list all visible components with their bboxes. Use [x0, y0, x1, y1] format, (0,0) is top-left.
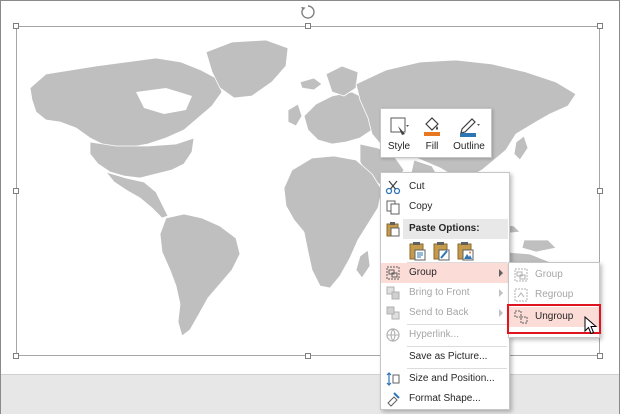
menu-item-send-to-back-label: Send to Back: [409, 307, 469, 318]
fill-label: Fill: [425, 141, 439, 152]
resize-handle-middle-right[interactable]: [597, 188, 603, 194]
submenu-item-regroup[interactable]: Regroup: [509, 285, 599, 305]
group-icon: [386, 266, 400, 280]
style-button[interactable]: Style: [383, 112, 415, 154]
outline-button[interactable]: Outline: [449, 112, 489, 154]
menu-item-copy-label: Copy: [409, 201, 433, 212]
send-to-back-icon: [386, 306, 400, 320]
rotate-icon[interactable]: [300, 4, 316, 20]
menu-item-save-as-picture-label: Save as Picture...: [409, 351, 488, 362]
style-label: Style: [387, 141, 411, 152]
shape-style-icon: [390, 117, 409, 135]
regroup-icon: [514, 288, 528, 302]
submenu-arrow-icon: [499, 289, 503, 297]
menu-item-bring-to-front-label: Bring to Front: [409, 287, 470, 298]
hyperlink-icon: [386, 328, 400, 342]
paste-options-header: Paste Options:: [403, 219, 508, 239]
submenu-item-group[interactable]: Group: [509, 265, 599, 285]
submenu-item-regroup-label: Regroup: [535, 289, 574, 300]
menu-item-cut-label: Cut: [409, 181, 425, 192]
resize-handle-top-right[interactable]: [597, 23, 603, 29]
menu-item-size-and-position-label: Size and Position...: [409, 373, 495, 384]
menu-item-hyperlink-label: Hyperlink...: [409, 329, 460, 340]
submenu-arrow-icon: [499, 309, 503, 317]
resize-handle-bottom-right[interactable]: [597, 353, 603, 359]
bring-to-front-icon: [386, 286, 400, 300]
menu-item-copy[interactable]: Copy: [381, 197, 509, 217]
resize-handle-top-left[interactable]: [13, 23, 19, 29]
mouse-pointer-icon: [584, 316, 598, 335]
outline-label: Outline: [453, 141, 485, 152]
resize-handle-middle-left[interactable]: [13, 188, 19, 194]
menu-item-format-shape[interactable]: Format Shape...: [381, 389, 509, 409]
context-menu: Cut Copy Paste Options: Group Bring to F…: [380, 172, 510, 410]
fill-bucket-icon: [424, 117, 440, 136]
submenu-arrow-icon: [499, 269, 503, 277]
resize-handle-bottom-center[interactable]: [305, 353, 311, 359]
paste-as-picture-icon[interactable]: [457, 241, 475, 261]
menu-item-bring-to-front[interactable]: Bring to Front: [381, 283, 509, 303]
format-shape-icon: [387, 392, 400, 407]
menu-item-save-as-picture[interactable]: Save as Picture...: [381, 347, 509, 367]
paste-use-destination-theme-icon[interactable]: [409, 241, 427, 261]
mini-toolbar: Style Fill Outline: [380, 108, 492, 158]
group-icon: [514, 268, 528, 282]
paste-options-label: Paste Options:: [409, 223, 480, 234]
clipboard-icon: [386, 222, 400, 237]
copy-icon: [386, 200, 400, 215]
menu-item-group-label: Group: [409, 267, 437, 278]
menu-item-group[interactable]: Group: [381, 263, 509, 283]
outline-pen-icon: [460, 118, 480, 137]
menu-item-cut[interactable]: Cut: [381, 177, 509, 197]
resize-handle-bottom-left[interactable]: [13, 353, 19, 359]
resize-handle-top-center[interactable]: [305, 23, 311, 29]
fill-button[interactable]: Fill: [417, 112, 447, 154]
scissors-icon: [385, 180, 401, 195]
paste-keep-source-formatting-icon[interactable]: [433, 241, 451, 261]
status-area: [1, 374, 619, 414]
submenu-item-group-label: Group: [535, 269, 563, 280]
menu-item-send-to-back[interactable]: Send to Back: [381, 303, 509, 323]
menu-item-format-shape-label: Format Shape...: [409, 393, 481, 404]
menu-item-hyperlink[interactable]: Hyperlink...: [381, 325, 509, 345]
menu-item-size-and-position[interactable]: Size and Position...: [381, 369, 509, 389]
size-and-position-icon: [386, 372, 400, 386]
